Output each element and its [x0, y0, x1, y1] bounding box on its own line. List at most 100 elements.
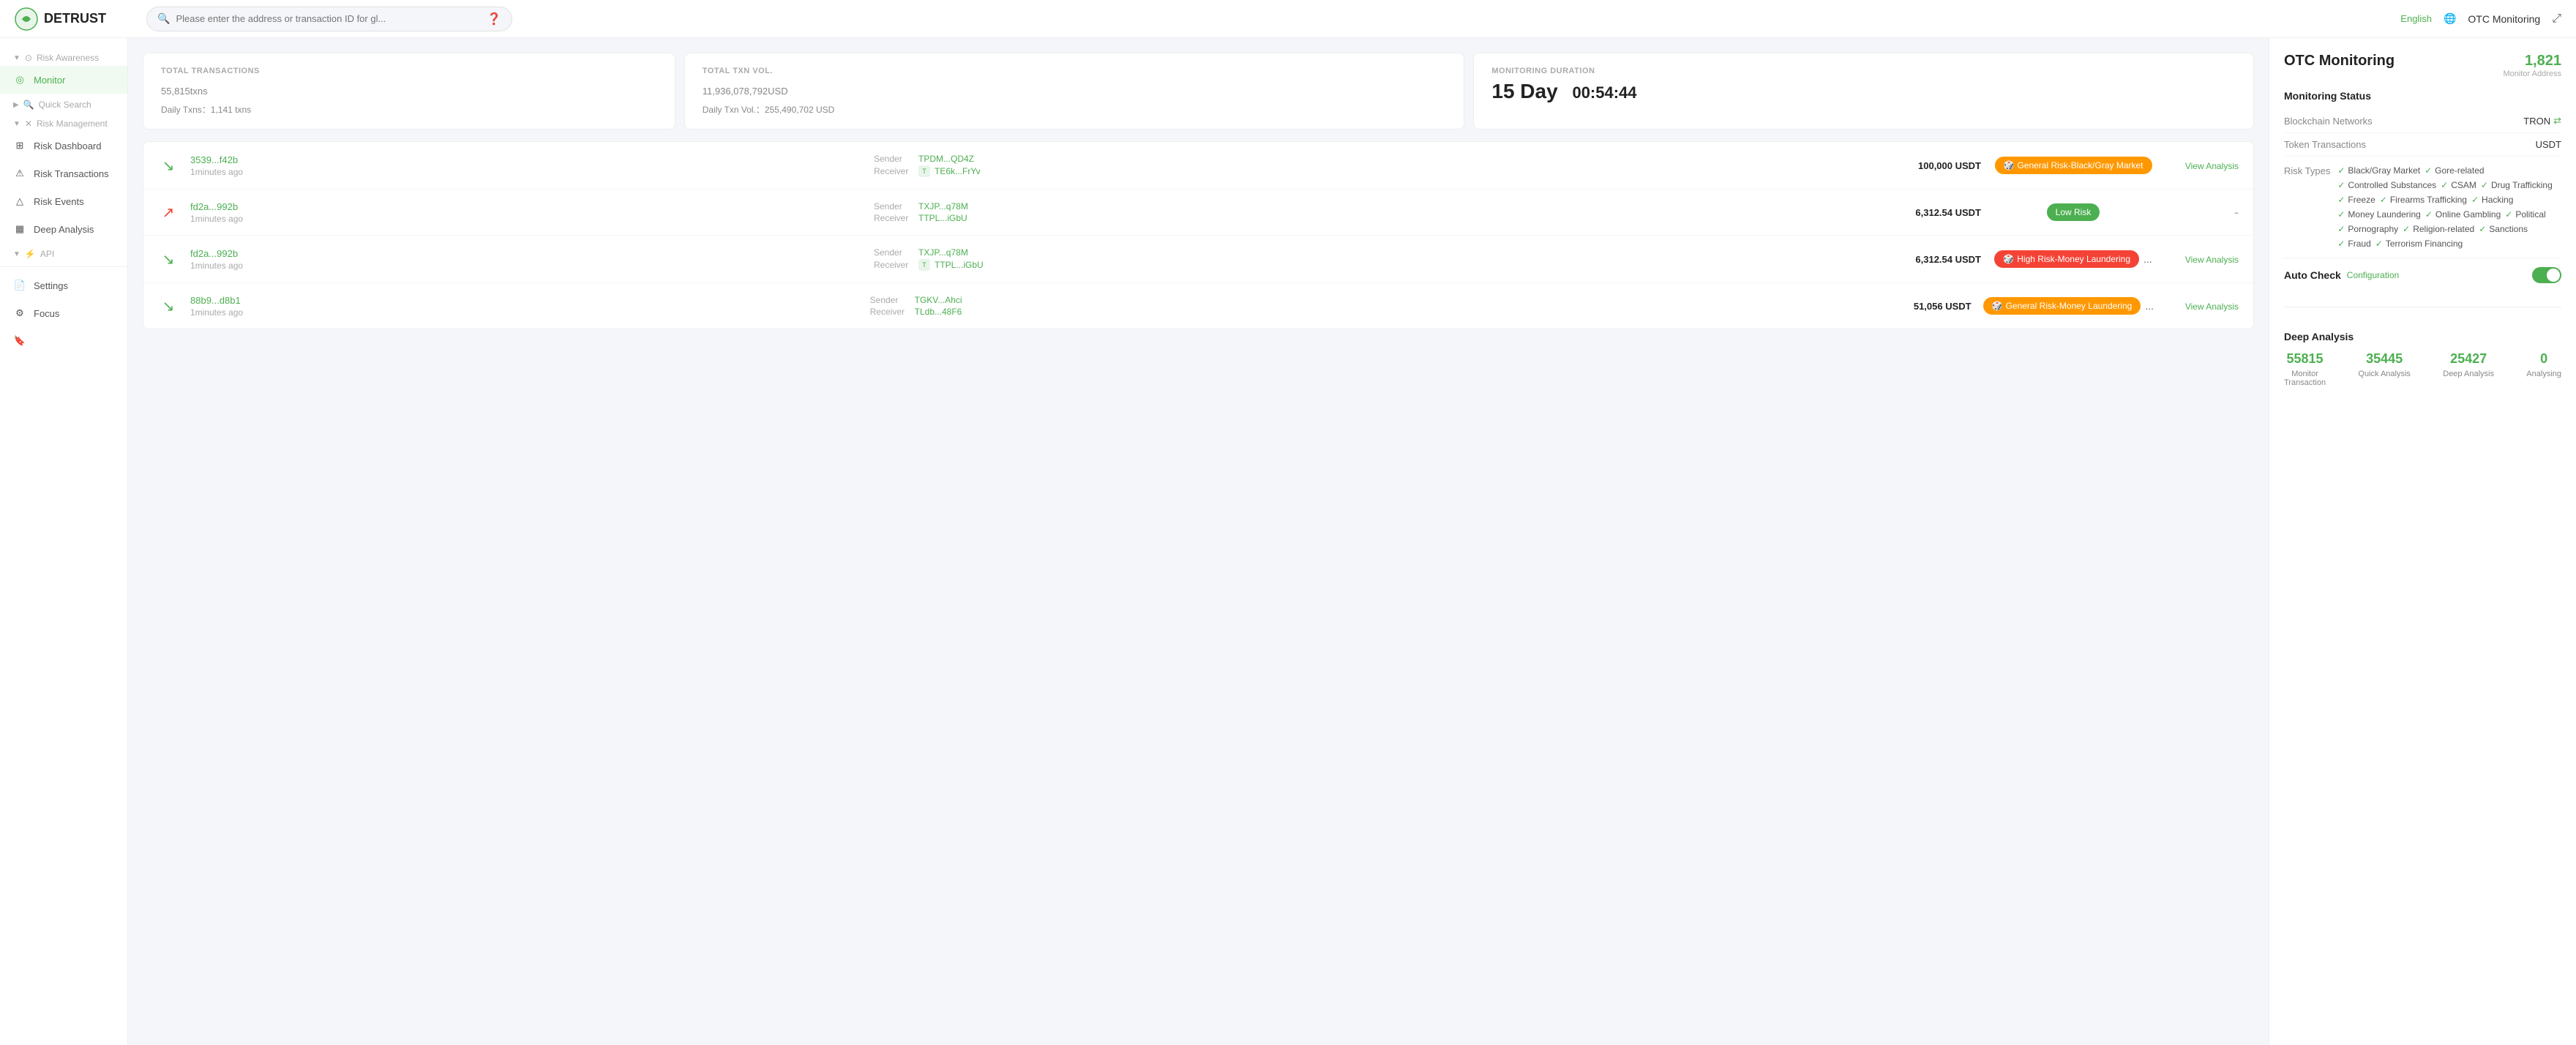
api-icon: ⚡: [25, 249, 36, 259]
sidebar-divider: [0, 266, 127, 267]
sidebar-item-label-deep-analysis: Deep Analysis: [34, 224, 94, 235]
txn-action: View Analysis: [2165, 160, 2239, 171]
check-icon: ✓: [2425, 165, 2432, 176]
sidebar-group-label-risk-awareness: Risk Awareness: [37, 53, 99, 63]
txn-id[interactable]: 88b9...d8b1: [190, 295, 858, 306]
deep-analysis-title: Deep Analysis: [2284, 331, 2561, 342]
panel-count: 1,821: [2504, 53, 2561, 70]
sidebar-item-risk-transactions[interactable]: ⚠ Risk Transactions: [0, 160, 127, 187]
txn-parties: Sender TGKV...Ahci Receiver TLdb...48F6: [870, 293, 1872, 318]
sidebar-item-label-risk-transactions: Risk Transactions: [34, 168, 109, 179]
risk-tag-label: Political: [2515, 209, 2545, 220]
receiver-label: Receiver: [874, 213, 914, 223]
settings-icon: ⚙: [13, 307, 26, 320]
panel-count-area: 1,821 Monitor Address: [2504, 53, 2561, 78]
sidebar-item-risk-events[interactable]: △ Risk Events: [0, 187, 127, 215]
check-icon: ✓: [2375, 239, 2383, 249]
deep-stats: 55815 MonitorTransaction 35445 Quick Ana…: [2284, 351, 2561, 387]
txn-amount: 6,312.54 USDT: [1893, 254, 1981, 265]
risk-tag-label: Money Laundering: [2348, 209, 2420, 220]
txn-sender: Sender TXJP...q78M: [874, 247, 1882, 258]
language-selector[interactable]: English: [2400, 13, 2432, 24]
search-input[interactable]: [176, 13, 481, 24]
direction-arrow: ↘: [158, 249, 179, 269]
check-icon: ✓: [2425, 209, 2433, 220]
txn-id[interactable]: fd2a...992b: [190, 201, 862, 212]
receiver-addr[interactable]: TTPL...iGbU: [918, 213, 967, 223]
view-analysis-button[interactable]: View Analysis: [2185, 255, 2239, 265]
txn-sender: Sender TXJP...q78M: [874, 201, 1882, 211]
receiver-label: Receiver: [874, 166, 914, 176]
expand-icon[interactable]: ⤢: [2552, 12, 2561, 26]
check-icon: ✓: [2380, 195, 2387, 205]
risk-tag: ✓Political: [2505, 209, 2545, 220]
risk-types-row: Risk Types ✓Black/Gray Market ✓Gore-rela…: [2284, 162, 2561, 252]
badge-text: High Risk-Money Laundering: [2017, 254, 2130, 264]
help-icon[interactable]: ❓: [487, 12, 501, 26]
risk-tag: ✓Black/Gray Market: [2337, 165, 2420, 176]
receiver-addr[interactable]: TE6k...FrYv: [935, 166, 981, 176]
txn-action: -: [2165, 205, 2239, 220]
search-bar[interactable]: 🔍 ❓: [146, 7, 512, 31]
sender-addr[interactable]: TXJP...q78M: [918, 201, 968, 211]
txn-badge-area: 🎲 General Risk-Black/Gray Market: [1993, 157, 2154, 174]
sidebar-group-api[interactable]: ▼ ⚡ API: [0, 243, 127, 262]
risk-tag-label: Sanctions: [2489, 224, 2528, 234]
sidebar-group-label-risk-management: Risk Management: [37, 119, 108, 129]
txn-amount: 51,056 USDT: [1884, 301, 1972, 312]
view-analysis-button[interactable]: View Analysis: [2185, 161, 2239, 171]
sidebar-item-risk-dashboard[interactable]: ⊞ Risk Dashboard: [0, 132, 127, 160]
sidebar-item-records[interactable]: 📄 Settings: [0, 271, 127, 299]
deep-stat-value-analysing: 0: [2526, 351, 2561, 367]
deep-stat-analysing: 0 Analysing: [2526, 351, 2561, 387]
risk-tag: ✓Religion-related: [2403, 224, 2474, 234]
search-icon-sidebar: 🔍: [23, 100, 34, 110]
total-vol-unit: USD: [768, 86, 787, 97]
receiver-addr[interactable]: TLdb...48F6: [915, 307, 962, 317]
txn-receiver: Receiver TLdb...48F6: [870, 307, 1872, 317]
risk-tag: ✓Freeze: [2337, 195, 2375, 205]
logo[interactable]: DETRUST: [15, 7, 132, 31]
sidebar-item-focus[interactable]: 🔖: [0, 327, 127, 355]
sidebar-group-risk-management[interactable]: ▼ ✕ Risk Management: [0, 113, 127, 132]
txn-id[interactable]: fd2a...992b: [190, 248, 862, 259]
txn-id[interactable]: 3539...f42b: [190, 154, 862, 165]
deep-stat-value-deep: 25427: [2443, 351, 2494, 367]
down-arrow-icon: ↘: [162, 297, 175, 315]
stats-row: TOTAL TRANSACTIONS 55,815txns Daily Txns…: [143, 53, 2254, 130]
refresh-icon[interactable]: ⇄: [2553, 115, 2561, 127]
sender-addr[interactable]: TGKV...Ahci: [915, 295, 962, 305]
txn-time: 1minutes ago: [190, 261, 862, 271]
risk-tag: ✓Sanctions: [2479, 224, 2528, 234]
risk-tag-label: Online Gambling: [2435, 209, 2501, 220]
risk-tags: ✓Black/Gray Market ✓Gore-related ✓Contro…: [2337, 165, 2561, 249]
token-value: USDT: [2536, 139, 2561, 150]
logo-icon: [15, 7, 38, 31]
more-options[interactable]: ...: [2143, 253, 2152, 265]
alert-icon: ⚠: [13, 167, 26, 180]
auto-check-toggle[interactable]: [2532, 267, 2561, 283]
sidebar-group-risk-awareness[interactable]: ▼ ⊙ Risk Awareness: [0, 47, 127, 66]
sidebar-item-monitor[interactable]: ◎ Monitor: [0, 66, 127, 94]
chevron-right-icon: ▶: [13, 101, 19, 109]
badge-icon: 🎲: [2004, 160, 2015, 171]
badge-text: General Risk-Black/Gray Market: [2017, 160, 2143, 171]
check-icon: ✓: [2481, 180, 2488, 190]
risk-tag: ✓Terrorism Financing: [2375, 239, 2463, 249]
sidebar-group-quick-search[interactable]: ▶ 🔍 Quick Search: [0, 94, 127, 113]
deep-stat-value-monitor: 55815: [2284, 351, 2326, 367]
sender-addr[interactable]: TXJP...q78M: [918, 247, 968, 258]
sidebar-item-settings[interactable]: ⚙ Focus: [0, 299, 127, 327]
sidebar-item-label-risk-dashboard: Risk Dashboard: [34, 141, 102, 151]
view-analysis-button[interactable]: View Analysis: [2185, 301, 2239, 312]
txn-receiver: Receiver T TTPL...iGbU: [874, 259, 1882, 271]
risk-tag-label: Drug Trafficking: [2491, 180, 2553, 190]
grid-icon: ⊞: [13, 139, 26, 152]
receiver-addr[interactable]: TTPL...iGbU: [935, 260, 984, 270]
sender-addr[interactable]: TPDM...QD4Z: [918, 154, 974, 164]
more-options[interactable]: ...: [2145, 300, 2154, 312]
risk-tag: ✓CSAM: [2441, 180, 2476, 190]
config-link[interactable]: Configuration: [2347, 270, 2399, 280]
sidebar-item-deep-analysis[interactable]: ▦ Deep Analysis: [0, 215, 127, 243]
sender-label: Sender: [874, 247, 914, 258]
